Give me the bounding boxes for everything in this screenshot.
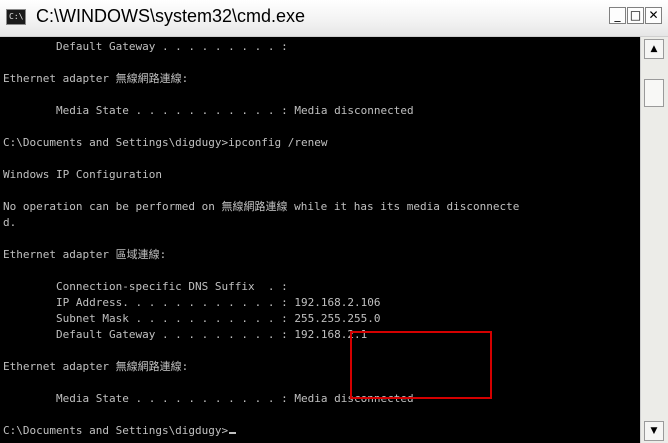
- console-app-icon[interactable]: C:\: [6, 9, 26, 25]
- console-line: C:\Documents and Settings\digdugy>: [3, 424, 229, 437]
- console-line: Windows IP Configuration: [3, 168, 162, 181]
- console-line: Subnet Mask . . . . . . . . . . . : 255.…: [3, 312, 381, 325]
- vertical-scrollbar[interactable]: ▲ ▼: [640, 37, 668, 443]
- maximize-button[interactable]: □: [627, 7, 644, 24]
- console-line: IP Address. . . . . . . . . . . . : 192.…: [3, 296, 381, 309]
- title-bar[interactable]: C:\ C:\WINDOWS\system32\cmd.exe _ □ ✕: [0, 0, 668, 37]
- console-line: C:\Documents and Settings\digdugy>ipconf…: [3, 136, 328, 149]
- minimize-button[interactable]: _: [609, 7, 626, 24]
- window-title: C:\WINDOWS\system32\cmd.exe: [36, 6, 306, 26]
- scroll-down-button[interactable]: ▼: [644, 421, 664, 441]
- cmd-window: C:\ C:\WINDOWS\system32\cmd.exe _ □ ✕ De…: [0, 0, 668, 443]
- console-line: Media State . . . . . . . . . . . : Medi…: [3, 104, 414, 117]
- console-output-area[interactable]: Default Gateway . . . . . . . . . : Ethe…: [0, 37, 640, 443]
- ip-highlight-box: [350, 331, 492, 399]
- console-line: No operation can be performed on 無線網路連線 …: [3, 200, 520, 213]
- console-line: Connection-specific DNS Suffix . :: [3, 280, 288, 293]
- scroll-thumb[interactable]: [644, 79, 664, 107]
- console-line: Default Gateway . . . . . . . . . : 192.…: [3, 328, 368, 341]
- close-button[interactable]: ✕: [645, 7, 662, 24]
- console-line: Ethernet adapter 無線網路連線:: [3, 360, 189, 373]
- console-line: d.: [3, 216, 17, 229]
- console-line: Ethernet adapter 無線網路連線:: [3, 72, 189, 85]
- text-cursor: [229, 432, 237, 434]
- console-line: Default Gateway . . . . . . . . . :: [3, 40, 288, 53]
- scroll-up-button[interactable]: ▲: [644, 39, 664, 59]
- console-line: Ethernet adapter 區域連線:: [3, 248, 167, 261]
